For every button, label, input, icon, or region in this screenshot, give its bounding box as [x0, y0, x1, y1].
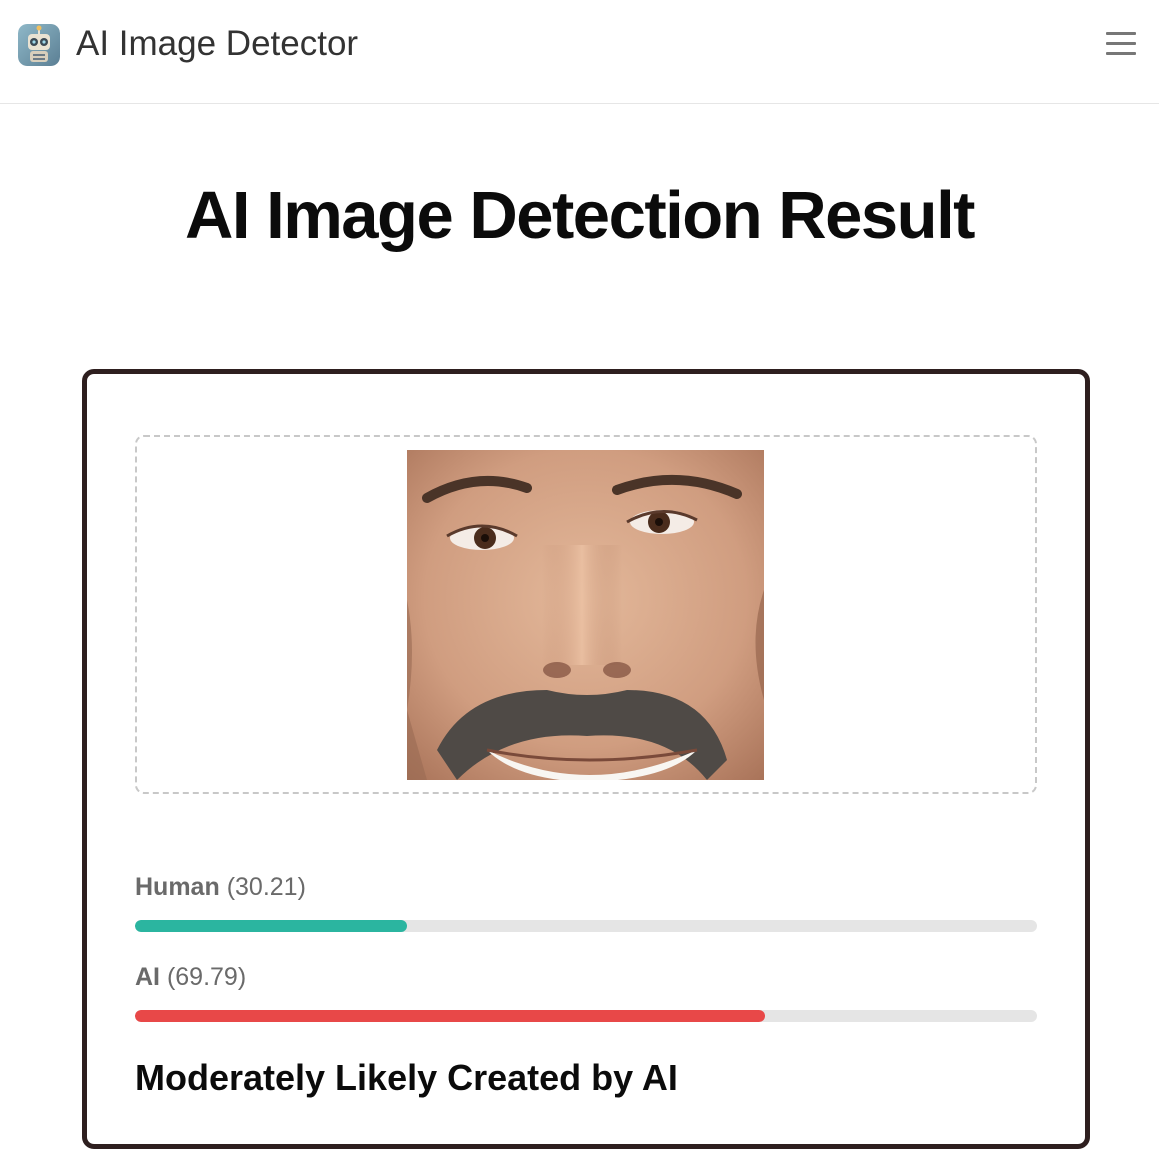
app-title[interactable]: AI Image Detector	[76, 22, 358, 66]
ai-progress-bar	[135, 1010, 1037, 1022]
ai-progress-fill	[135, 1010, 765, 1022]
robot-icon[interactable]	[18, 24, 60, 66]
ai-score-label: AI (69.79)	[135, 961, 246, 993]
top-navigation-bar: AI Image Detector	[0, 0, 1159, 104]
menu-line	[1106, 42, 1136, 45]
hamburger-menu-icon[interactable]	[1104, 30, 1140, 58]
menu-line	[1106, 52, 1136, 55]
ai-score-value: (69.79)	[166, 963, 247, 991]
human-label: Human	[135, 873, 220, 901]
menu-line	[1106, 32, 1136, 35]
image-preview-area[interactable]	[135, 435, 1037, 794]
uploaded-image	[407, 450, 764, 780]
human-score-value: (30.21)	[226, 873, 306, 901]
human-progress-fill	[135, 920, 408, 932]
human-score-label: Human (30.21)	[135, 871, 306, 903]
result-card: Human (30.21) AI (69.79) Moderately Like…	[82, 369, 1090, 1149]
page-title: AI Image Detection Result	[184, 178, 976, 253]
ai-label: AI	[135, 963, 160, 991]
detection-verdict: Moderately Likely Created by AI	[135, 1057, 678, 1098]
human-progress-bar	[135, 920, 1037, 932]
